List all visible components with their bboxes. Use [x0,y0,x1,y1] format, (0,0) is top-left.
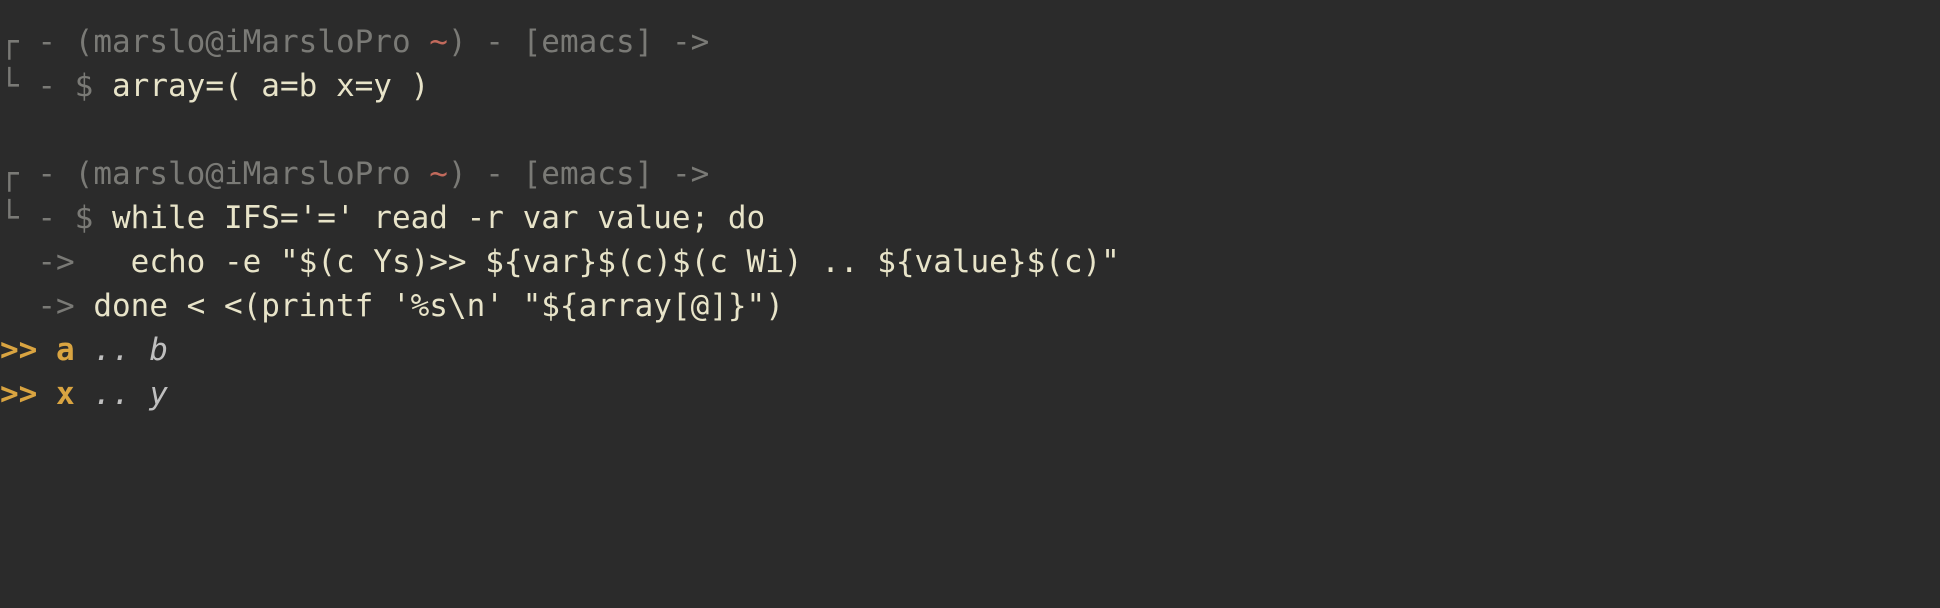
output-value: b [149,332,168,368]
prompt-context-close: ] [635,156,654,192]
command-text: array=( a=b x=y ) [112,68,429,104]
prompt-bracket-top: ┌ - [0,156,56,192]
prompt-context-close: ] [635,24,654,60]
continuation-marker: -> [0,244,93,280]
continuation-marker: -> [0,288,93,324]
output-key: x [56,376,75,412]
command-text: while IFS='=' read -r var value; do [112,200,765,236]
prompt-context: emacs [541,24,634,60]
terminal-output[interactable]: ┌ - (marslo@iMarsloPro ~) - [emacs] -> └… [0,0,1940,436]
prompt-context-open: [ [523,24,542,60]
prompt-open-paren: ( [56,156,93,192]
output-value: y [149,376,168,412]
prompt-arrow: -> [653,24,709,60]
command-text: echo -e "$(c Ys)>> ${var}$(c)$(c Wi) .. … [93,244,1120,280]
output-dots: .. [75,376,150,412]
command-text: done < <(printf '%s\n' "${array[@]}") [93,288,784,324]
prompt-sep: - [467,24,523,60]
prompt-close-paren: ) [448,156,467,192]
prompt-dollar: $ [56,68,112,104]
prompt-tilde: ~ [429,156,448,192]
output-marker: >> [0,332,56,368]
output-marker: >> [0,376,56,412]
prompt-open-paren: ( [56,24,93,60]
output-dots: .. [75,332,150,368]
prompt-tilde: ~ [429,24,448,60]
prompt-arrow: -> [653,156,709,192]
prompt-userhost: marslo@iMarsloPro [93,24,429,60]
prompt-close-paren: ) [448,24,467,60]
prompt-context: emacs [541,156,634,192]
prompt-userhost: marslo@iMarsloPro [93,156,429,192]
prompt-context-open: [ [523,156,542,192]
output-key: a [56,332,75,368]
prompt-bracket-bot: └ - [0,200,56,236]
prompt-sep: - [467,156,523,192]
prompt-bracket-top: ┌ - [0,24,56,60]
prompt-bracket-bot: └ - [0,68,56,104]
prompt-dollar: $ [56,200,112,236]
